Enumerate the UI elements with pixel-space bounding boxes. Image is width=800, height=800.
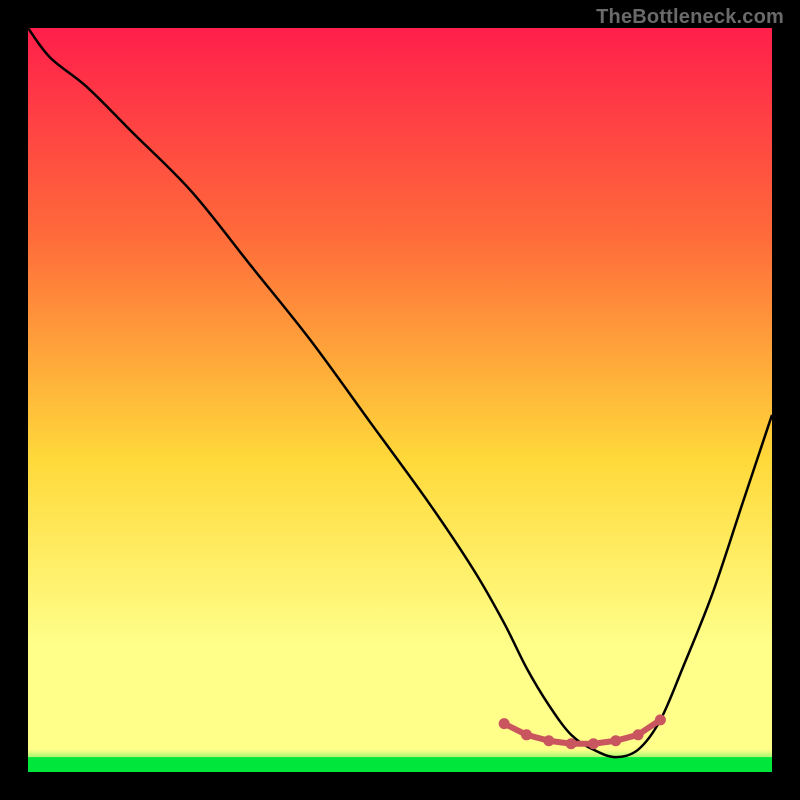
marker-dot	[499, 718, 510, 729]
chart-svg	[28, 28, 772, 772]
marker-dot	[633, 729, 644, 740]
bottleneck-chart	[28, 28, 772, 772]
marker-dot	[655, 714, 666, 725]
watermark-text: TheBottleneck.com	[596, 6, 784, 29]
marker-dot	[566, 738, 577, 749]
marker-dot	[521, 729, 532, 740]
green-bottom-band	[28, 757, 772, 772]
marker-dot	[543, 735, 554, 746]
marker-dot	[588, 738, 599, 749]
marker-dot	[610, 735, 621, 746]
